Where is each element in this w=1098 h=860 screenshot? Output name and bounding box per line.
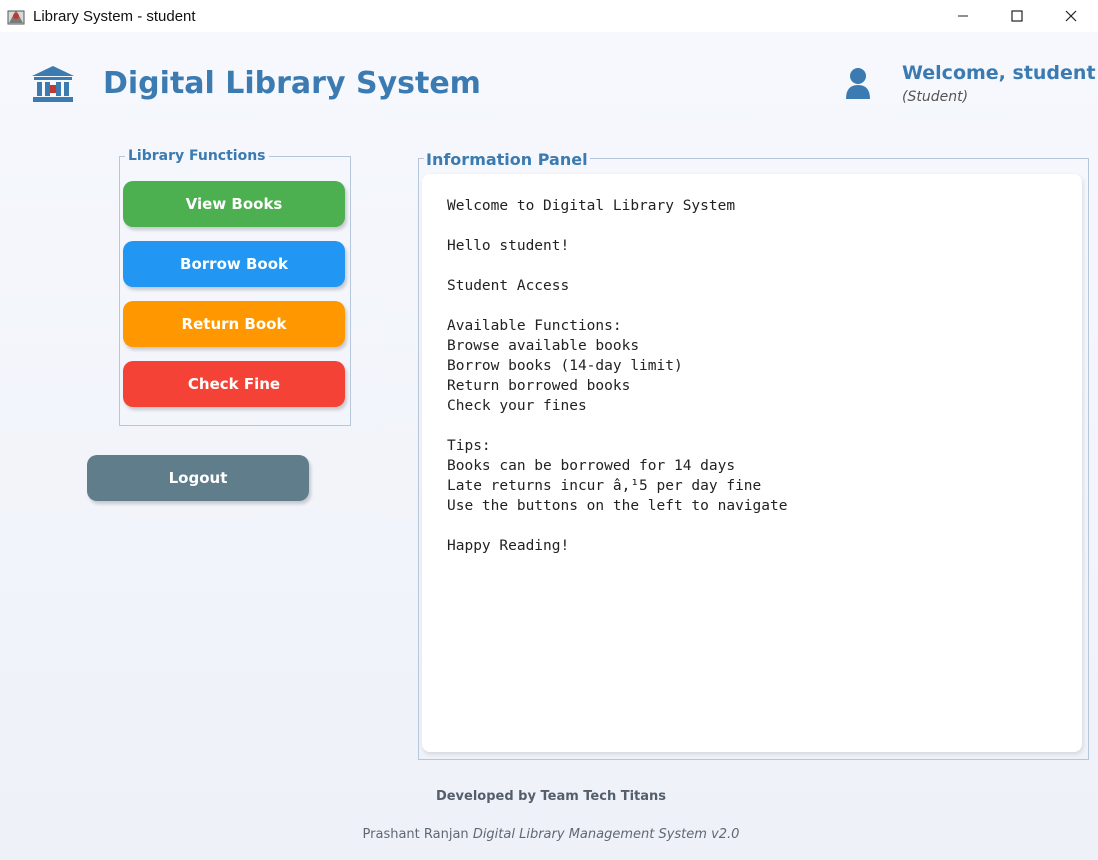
info-line: Happy Reading! xyxy=(447,538,570,554)
information-panel-legend: Information Panel xyxy=(424,150,590,169)
information-text-area[interactable]: Welcome to Digital Library System Hello … xyxy=(422,174,1082,752)
info-line xyxy=(447,216,1057,236)
library-building-icon xyxy=(30,64,76,104)
check-fine-button[interactable]: Check Fine xyxy=(123,361,345,407)
info-line: Use the buttons on the left to navigate xyxy=(447,498,788,514)
welcome-message: Welcome, student xyxy=(902,62,1096,84)
info-line xyxy=(447,416,1057,436)
info-line: Welcome to Digital Library System xyxy=(447,198,736,214)
window-controls xyxy=(936,0,1098,32)
window-title-bar: Library System - student xyxy=(0,0,1098,32)
info-line xyxy=(447,516,1057,536)
info-line xyxy=(447,296,1057,316)
info-line: Available Functions: xyxy=(447,318,622,334)
app-title: Digital Library System xyxy=(103,66,481,101)
return-book-button[interactable]: Return Book xyxy=(123,301,345,347)
view-books-button[interactable]: View Books xyxy=(123,181,345,227)
info-line: Hello student! xyxy=(447,238,570,254)
minimize-icon xyxy=(958,15,968,17)
maximize-icon xyxy=(1011,10,1023,22)
info-line: Late returns incur â‚¹5 per day fine xyxy=(447,478,762,494)
close-button[interactable] xyxy=(1044,0,1098,32)
java-app-icon xyxy=(7,7,25,25)
minimize-button[interactable] xyxy=(936,0,990,32)
footer-system-name: Digital Library Management System v2.0 xyxy=(472,827,740,842)
info-line: Books can be borrowed for 14 days xyxy=(447,458,736,474)
logout-button[interactable]: Logout xyxy=(87,455,309,501)
user-role: (Student) xyxy=(902,89,969,105)
maximize-button[interactable] xyxy=(990,0,1044,32)
footer-developed-by: Developed by Team Tech Titans xyxy=(435,789,667,804)
user-icon xyxy=(843,66,873,100)
info-line: Check your fines xyxy=(447,398,587,414)
footer-author: Prashant Ranjan xyxy=(362,827,469,842)
borrow-book-button[interactable]: Borrow Book xyxy=(123,241,345,287)
info-line: Student Access xyxy=(447,278,570,294)
info-line xyxy=(447,256,1057,276)
info-line: Borrow books (14-day limit) xyxy=(447,358,683,374)
close-icon xyxy=(1065,10,1077,22)
main-content: Digital Library System Welcome, student … xyxy=(0,32,1098,860)
info-line: Tips: xyxy=(447,438,491,454)
footer-credit: Prashant Ranjan Digital Library Manageme… xyxy=(0,827,1098,842)
window-title: Library System - student xyxy=(33,7,196,25)
library-functions-legend: Library Functions xyxy=(125,148,269,164)
info-line: Return borrowed books xyxy=(447,378,631,394)
info-line: Browse available books xyxy=(447,338,640,354)
